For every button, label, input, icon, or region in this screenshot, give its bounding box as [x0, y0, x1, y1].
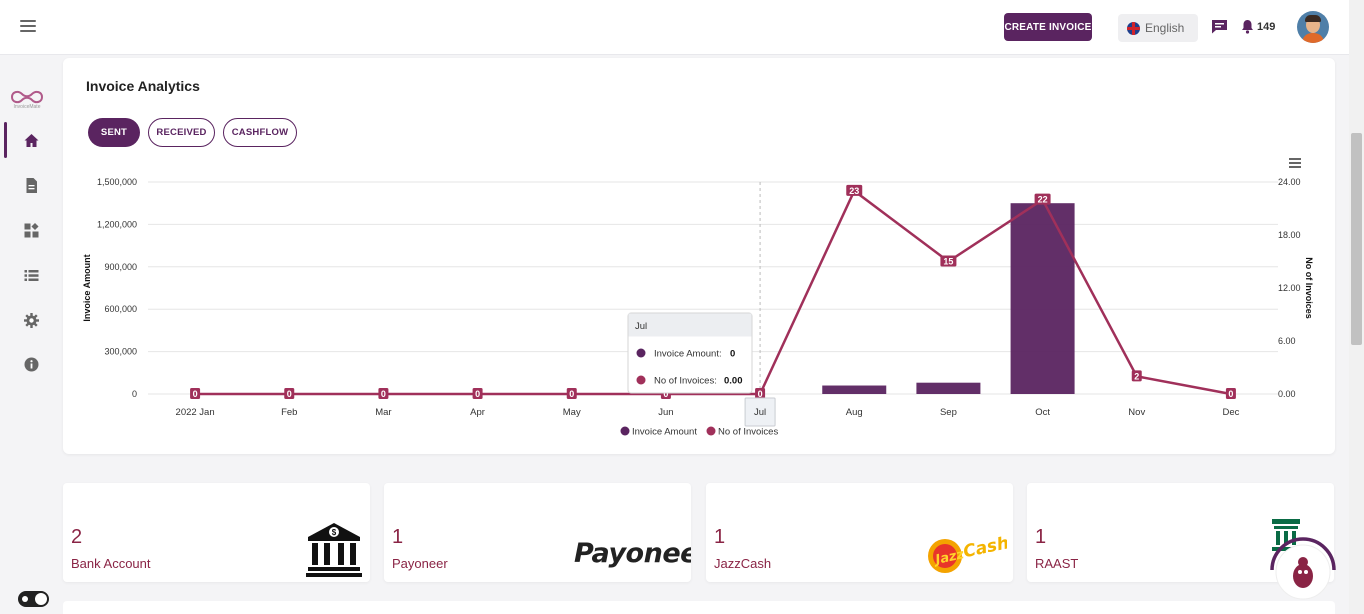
y-right-axis-title: No of Invoices: [1304, 257, 1314, 319]
account-count: 1: [1035, 526, 1047, 548]
x-tick-label: Apr: [470, 407, 485, 418]
x-tick-label: Oct: [1035, 407, 1050, 418]
x-tick-label: Aug: [846, 407, 863, 418]
x-tick-label: Dec: [1222, 407, 1239, 418]
account-count: 2: [71, 526, 83, 548]
notification-count: 149: [1257, 20, 1276, 33]
notifications-button[interactable]: 149: [1241, 19, 1275, 34]
app-logo-text: InvoiceMate: [13, 104, 41, 110]
x-tick-label: Jun: [658, 407, 673, 418]
home-icon[interactable]: [23, 132, 40, 149]
y-right-tick-label: 18.00: [1278, 230, 1301, 240]
x-tick-label: May: [563, 407, 581, 418]
data-label: 0: [1228, 389, 1233, 399]
x-tick-label: Mar: [375, 407, 391, 418]
y-tick-label: 900,000: [104, 262, 137, 272]
support-chat-widget[interactable]: [1268, 536, 1338, 606]
y-axis-title: Invoice Amount: [82, 254, 92, 321]
y-tick-label: 1,500,000: [97, 177, 137, 187]
tooltip-marker: [636, 348, 646, 358]
data-label: 0: [193, 389, 198, 399]
tooltip-value: 0: [730, 349, 735, 360]
y-right-tick-label: 0.00: [1278, 389, 1296, 399]
y-right-tick-label: 6.00: [1278, 336, 1296, 346]
legend-label: No of Invoices: [718, 427, 778, 438]
data-label: 0: [287, 389, 292, 399]
x-tick-label: Jul: [754, 407, 766, 418]
data-label: 23: [849, 186, 859, 196]
dashboard-widgets-icon[interactable]: [23, 222, 40, 239]
bell-icon: [1242, 20, 1253, 34]
uk-flag-icon: [1127, 21, 1140, 35]
tooltip-marker: [636, 375, 646, 385]
svg-text:$: $: [332, 528, 337, 537]
y-right-tick-label: 12.00: [1278, 283, 1301, 293]
language-selector[interactable]: English: [1118, 14, 1198, 42]
legend-marker: [620, 426, 630, 436]
jazzcash-card[interactable]: 1 JazzCash Jazz Cash: [706, 483, 1013, 582]
document-icon[interactable]: [23, 177, 40, 194]
info-icon[interactable]: [23, 356, 40, 373]
payoneer-logo: Payoneer: [574, 538, 691, 569]
bar: [1010, 203, 1075, 394]
gear-icon[interactable]: [23, 312, 40, 329]
data-label: 2: [1134, 371, 1139, 381]
list-icon[interactable]: [23, 267, 40, 284]
y-tick-label: 600,000: [104, 304, 137, 314]
invoice-chart: 1,500,000 1,200,000 900,000 600,000 300,000 0…: [82, 177, 1314, 438]
bank-account-card[interactable]: 2 Bank Account $: [63, 483, 370, 582]
bank-icon: $: [306, 523, 362, 577]
x-tick-label: Feb: [281, 407, 297, 418]
data-label: 22: [1038, 195, 1048, 205]
scrollbar-thumb[interactable]: [1351, 133, 1362, 345]
tooltip-label: Invoice Amount:: [654, 349, 722, 360]
avatar[interactable]: [1297, 11, 1329, 43]
data-label: 15: [943, 257, 953, 267]
active-indicator: [4, 122, 7, 158]
account-label: RAAST: [1035, 556, 1079, 571]
x-tick-label: Sep: [940, 407, 957, 418]
sidebar: InvoiceMate: [0, 56, 55, 614]
page-scrollbar[interactable]: [1349, 0, 1364, 614]
data-label: 0: [475, 389, 480, 399]
payoneer-card[interactable]: 1 Payoneer Payoneer: [384, 483, 691, 582]
dark-mode-toggle[interactable]: [18, 591, 49, 607]
account-label: Payoneer: [392, 556, 448, 571]
account-label: JazzCash: [714, 556, 772, 571]
create-invoice-button[interactable]: CREATE INVOICE: [1004, 13, 1092, 41]
data-label: 0: [381, 389, 386, 399]
account-count: 1: [714, 526, 726, 548]
bar: [822, 385, 887, 394]
data-label: 0: [569, 389, 574, 399]
invoice-analytics-card: Invoice Analytics SENT RECEIVED CASHFLOW…: [63, 58, 1335, 454]
legend-label: Invoice Amount: [632, 427, 697, 438]
svg-text:Cash: Cash: [962, 533, 1007, 562]
top-bar: CREATE INVOICE English 149: [0, 0, 1349, 55]
y-tick-label: 0: [132, 389, 137, 399]
tooltip-label: No of Invoices:: [654, 376, 717, 387]
chat-icon[interactable]: [1211, 19, 1228, 34]
menu-toggle-icon[interactable]: [20, 20, 36, 34]
y-tick-label: 1,200,000: [97, 219, 137, 229]
x-tick-label: 2022 Jan: [176, 407, 215, 418]
y-right-tick-label: 24.00: [1278, 177, 1301, 187]
legend-marker: [706, 426, 716, 436]
jazzcash-logo: Jazz Cash: [928, 533, 1007, 573]
language-label: English: [1145, 21, 1185, 35]
account-label: Bank Account: [71, 556, 151, 571]
account-count: 1: [392, 526, 404, 548]
bar: [916, 382, 981, 394]
x-tick-label: Nov: [1128, 407, 1145, 418]
tooltip-value: 0.00: [724, 376, 743, 387]
y-tick-label: 300,000: [104, 347, 137, 357]
tooltip-title: Jul: [635, 321, 647, 332]
next-section-card: [63, 601, 1335, 614]
